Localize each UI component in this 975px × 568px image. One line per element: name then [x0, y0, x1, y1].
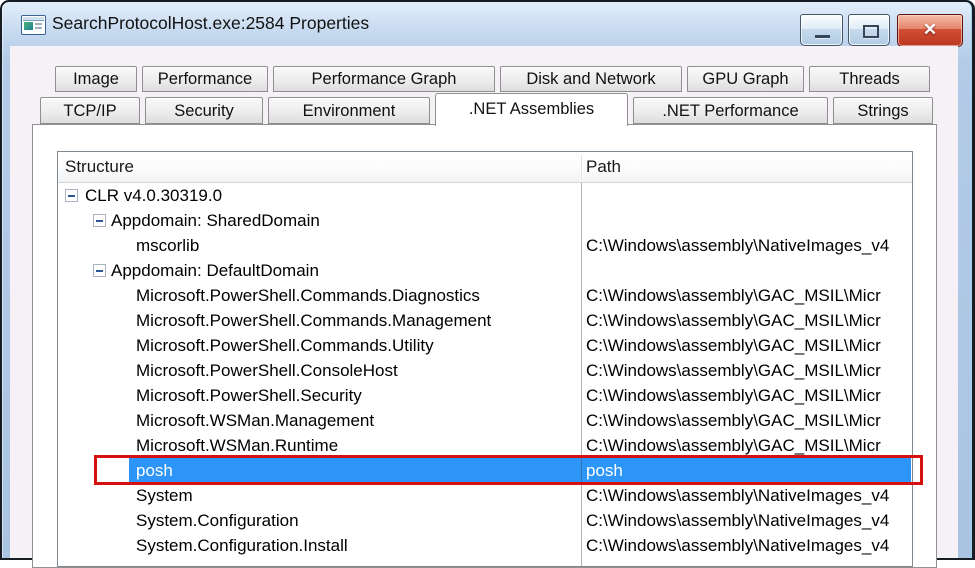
tree-collapse-icon[interactable]	[93, 214, 106, 227]
assembly-row-posh[interactable]: posh posh	[58, 458, 911, 483]
assembly-path-label: C:\Windows\assembly\GAC_MSIL\Micr	[582, 383, 911, 408]
assembly-structure-label: System.Configuration	[136, 508, 299, 533]
assembly-path-label: C:\Windows\assembly\NativeImages_v4	[582, 233, 911, 258]
net-assemblies-tab-page: Structure Path CLR v4.0.30319.0Appdomain…	[32, 124, 937, 568]
assembly-row-microsoft-powershell-commands-diagnostics[interactable]: Microsoft.PowerShell.Commands.Diagnostic…	[58, 283, 911, 308]
assembly-path-label: C:\Windows\assembly\GAC_MSIL\Micr	[582, 333, 911, 358]
assembly-row-microsoft-powershell-consolehost[interactable]: Microsoft.PowerShell.ConsoleHost C:\Windo…	[58, 358, 911, 383]
tab-net-performance[interactable]: .NET Performance	[633, 97, 828, 124]
assembly-structure-label: Appdomain: DefaultDomain	[111, 258, 319, 283]
close-icon: ✕	[898, 15, 962, 46]
assembly-structure-label: Appdomain: SharedDomain	[111, 208, 320, 233]
column-header-structure[interactable]: Structure	[65, 152, 134, 182]
maximize-button[interactable]	[848, 14, 890, 46]
assembly-row-system-configuration-install[interactable]: System.Configuration.Install C:\Windows\a…	[58, 533, 911, 558]
assembly-structure-label: mscorlib	[136, 233, 199, 258]
close-button[interactable]: ✕	[897, 14, 963, 47]
column-header-path[interactable]: Path	[586, 152, 621, 182]
window-title: SearchProtocolHost.exe:2584 Properties	[52, 2, 369, 46]
assembly-path-label: C:\Windows\assembly\NativeImages_v4	[582, 483, 911, 508]
tree-collapse-icon[interactable]	[65, 189, 78, 202]
assembly-row-microsoft-powershell-security[interactable]: Microsoft.PowerShell.Security C:\Windows\…	[58, 383, 911, 408]
assembly-row-system[interactable]: System C:\Windows\assembly\NativeImages_v…	[58, 483, 911, 508]
assembly-row-microsoft-wsman-management[interactable]: Microsoft.WSMan.Management C:\Windows\ass…	[58, 408, 911, 433]
dialog-client-area: ImagePerformancePerformance GraphDisk an…	[10, 46, 958, 558]
minimize-button[interactable]	[800, 14, 843, 46]
assembly-path-label	[582, 258, 911, 283]
tab-strings[interactable]: Strings	[833, 97, 933, 124]
assembly-path-label: C:\Windows\assembly\GAC_MSIL\Micr	[582, 283, 911, 308]
tree-collapse-icon[interactable]	[93, 264, 106, 277]
assembly-path-label: C:\Windows\assembly\GAC_MSIL\Micr	[582, 433, 911, 458]
tab-environment[interactable]: Environment	[268, 97, 430, 124]
tab-security[interactable]: Security	[145, 97, 263, 124]
assembly-structure-label: System.Configuration.Install	[136, 533, 348, 558]
assembly-path-label: C:\Windows\assembly\GAC_MSIL\Micr	[582, 358, 911, 383]
assembly-structure-label: Microsoft.WSMan.Management	[136, 408, 374, 433]
maximize-icon	[863, 25, 879, 38]
assembly-row-microsoft-powershell-commands-utility[interactable]: Microsoft.PowerShell.Commands.Utility C:\…	[58, 333, 911, 358]
tab-net-assemblies[interactable]: .NET Assemblies	[435, 93, 628, 126]
assembly-row-mscorlib[interactable]: mscorlib C:\Windows\assembly\NativeImages…	[58, 233, 911, 258]
tab-disk-and-network[interactable]: Disk and Network	[500, 66, 682, 92]
assembly-structure-label: Microsoft.PowerShell.ConsoleHost	[136, 358, 398, 383]
assembly-path-label: posh	[582, 458, 911, 483]
tab-image[interactable]: Image	[55, 66, 137, 92]
tab-performance-graph[interactable]: Performance Graph	[273, 66, 495, 92]
assembly-structure-label: Microsoft.WSMan.Runtime	[136, 433, 338, 458]
list-header: Structure Path	[58, 152, 912, 183]
tab-row-1: ImagePerformancePerformance GraphDisk an…	[55, 66, 935, 92]
header-column-divider	[581, 155, 582, 179]
tab-threads[interactable]: Threads	[809, 66, 930, 92]
assembly-structure-label: posh	[136, 458, 173, 483]
assembly-row-clr-v4-0-30319-0[interactable]: CLR v4.0.30319.0	[58, 183, 911, 208]
app-window-icon	[21, 15, 46, 35]
titlebar[interactable]: SearchProtocolHost.exe:2584 Properties ✕	[2, 2, 972, 46]
assembly-structure-label: System	[136, 483, 193, 508]
assembly-row-appdomain-defaultdomain[interactable]: Appdomain: DefaultDomain	[58, 258, 911, 283]
tab-row-2: TCP/IPSecurityEnvironment.NET Assemblies…	[40, 97, 938, 124]
assembly-row-microsoft-wsman-runtime[interactable]: Microsoft.WSMan.Runtime C:\Windows\assemb…	[58, 433, 911, 458]
properties-window: SearchProtocolHost.exe:2584 Properties ✕…	[0, 0, 975, 560]
assembly-path-label	[582, 208, 911, 233]
assembly-structure-label: Microsoft.PowerShell.Commands.Management	[136, 308, 491, 333]
assembly-path-label	[582, 183, 911, 208]
assembly-structure-label: Microsoft.PowerShell.Security	[136, 383, 362, 408]
assembly-structure-label: Microsoft.PowerShell.Commands.Utility	[136, 333, 434, 358]
assembly-structure-label: CLR v4.0.30319.0	[85, 183, 222, 208]
tab-tcp-ip[interactable]: TCP/IP	[40, 97, 140, 124]
assembly-path-label: C:\Windows\assembly\NativeImages_v4	[582, 508, 911, 533]
assembly-row-appdomain-shareddomain[interactable]: Appdomain: SharedDomain	[58, 208, 911, 233]
assembly-row-microsoft-powershell-commands-management[interactable]: Microsoft.PowerShell.Commands.Management…	[58, 308, 911, 333]
tab-performance[interactable]: Performance	[142, 66, 268, 92]
minimize-icon	[815, 35, 830, 38]
assembly-path-label: C:\Windows\assembly\NativeImages_v4	[582, 533, 911, 558]
assemblies-list[interactable]: Structure Path CLR v4.0.30319.0Appdomain…	[57, 151, 913, 567]
list-body[interactable]: CLR v4.0.30319.0Appdomain: SharedDomainm…	[58, 183, 912, 566]
tab-gpu-graph[interactable]: GPU Graph	[687, 66, 804, 92]
assembly-path-label: C:\Windows\assembly\GAC_MSIL\Micr	[582, 308, 911, 333]
assembly-path-label: C:\Windows\assembly\GAC_MSIL\Micr	[582, 408, 911, 433]
assembly-structure-label: Microsoft.PowerShell.Commands.Diagnostic…	[136, 283, 480, 308]
assembly-row-system-configuration[interactable]: System.Configuration C:\Windows\assembly\…	[58, 508, 911, 533]
